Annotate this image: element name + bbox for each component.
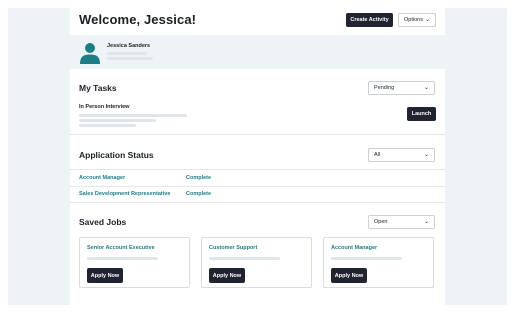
profile-banner: Jessica Sanders	[70, 35, 445, 69]
saved-job-card: Customer Support Apply Now	[201, 237, 312, 288]
application-status-title: Application Status	[79, 150, 154, 160]
table-divider	[70, 186, 445, 187]
status-job-link[interactable]: Account Manager	[79, 175, 125, 181]
job-title-link[interactable]: Customer Support	[209, 245, 257, 251]
profile-name: Jessica Sanders	[107, 43, 151, 49]
chevron-down-icon: ⌄	[423, 219, 429, 225]
create-activity-button[interactable]: Create Activity	[346, 13, 393, 27]
status-value: Complete	[186, 191, 212, 197]
status-filter-value: All	[374, 152, 381, 158]
job-title-link[interactable]: Senior Account Executive	[87, 245, 155, 251]
status-filter-select[interactable]: All ⌄	[368, 148, 435, 162]
task-detail-placeholder	[79, 119, 156, 122]
section-divider	[70, 134, 445, 135]
options-dropdown[interactable]: Options ⌄	[398, 13, 436, 27]
dashboard-main: Welcome, Jessica! Create Activity Option…	[70, 0, 445, 313]
apply-now-button[interactable]: Apply Now	[209, 268, 245, 283]
saved-job-card: Account Manager Apply Now	[323, 237, 434, 288]
task-title: In Person Interview	[79, 104, 130, 110]
tasks-filter-select[interactable]: Pending ⌄	[368, 81, 435, 95]
left-side-panel	[8, 8, 70, 305]
saved-jobs-filter-select[interactable]: Open ⌄	[368, 215, 435, 229]
profile-detail-placeholder	[107, 57, 153, 60]
task-detail-placeholder	[79, 124, 136, 127]
chevron-down-icon: ⌄	[423, 152, 429, 158]
section-divider	[70, 202, 445, 203]
tasks-filter-value: Pending	[374, 85, 395, 91]
apply-now-button[interactable]: Apply Now	[331, 268, 367, 283]
launch-button[interactable]: Launch	[407, 107, 436, 121]
apply-now-button[interactable]: Apply Now	[87, 268, 123, 283]
job-detail-placeholder	[87, 257, 158, 260]
profile-detail-placeholder	[107, 52, 147, 55]
chevron-down-icon: ⌄	[424, 17, 430, 23]
right-side-panel	[445, 8, 507, 305]
saved-job-card: Senior Account Executive Apply Now	[79, 237, 190, 288]
user-avatar-icon	[80, 43, 100, 64]
chevron-down-icon: ⌄	[423, 85, 429, 91]
my-tasks-title: My Tasks	[79, 83, 117, 93]
job-detail-placeholder	[209, 257, 280, 260]
status-value: Complete	[186, 175, 212, 181]
saved-jobs-title: Saved Jobs	[79, 217, 127, 227]
page-title: Welcome, Jessica!	[79, 12, 197, 27]
task-detail-placeholder	[79, 114, 187, 117]
job-title-link[interactable]: Account Manager	[331, 245, 377, 251]
job-detail-placeholder	[331, 257, 402, 260]
status-job-link[interactable]: Sales Development Representative	[79, 191, 170, 197]
options-label: Options	[404, 17, 423, 23]
saved-jobs-filter-value: Open	[374, 219, 388, 225]
table-divider	[70, 169, 445, 170]
